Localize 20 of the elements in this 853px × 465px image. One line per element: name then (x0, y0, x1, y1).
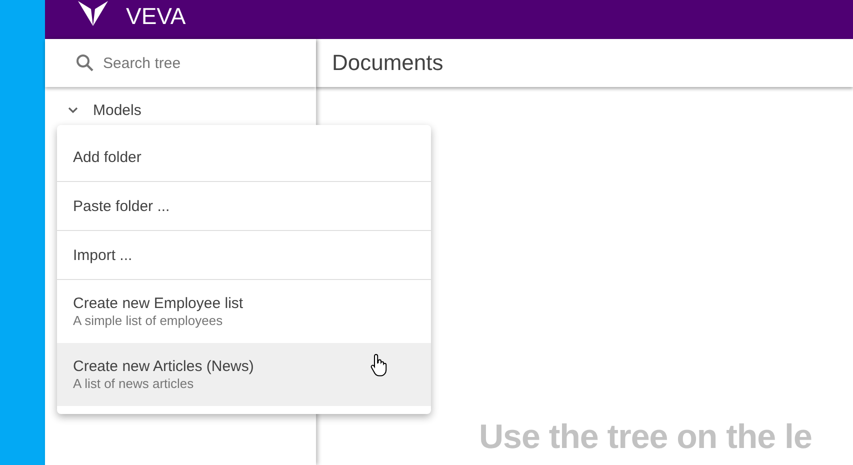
menu-item-description: A simple list of employees (73, 313, 223, 328)
menu-item[interactable]: Add folder (57, 133, 431, 182)
search-field[interactable]: Search tree (101, 54, 301, 72)
menu-item[interactable]: Import ... (57, 231, 431, 280)
hand-cursor-icon (370, 353, 388, 377)
app-title: VEVA (126, 3, 186, 30)
menu-item-label: Create new Employee list (73, 295, 244, 312)
logo-icon (78, 0, 108, 26)
hint-text: Use the tree on the le (479, 418, 812, 457)
tree-item[interactable]: Models (93, 102, 142, 118)
menu-item-label: Add folder (73, 148, 142, 166)
menu-item-description: A list of news articles (73, 376, 194, 391)
menu-item[interactable]: Create new Employee list A simple list of employees (57, 280, 431, 343)
menu-item-label: Paste folder ... (73, 198, 170, 214)
search-icon (75, 53, 95, 73)
menu-item[interactable]: Paste folder ... (57, 182, 431, 231)
menu-item-label: Import ... (73, 246, 132, 264)
page-title: Documents (332, 50, 444, 76)
menu-item-label: Create new Articles (News) (73, 358, 254, 375)
menu-item[interactable]: Create new Articles (News) A list of news articles (57, 343, 431, 406)
